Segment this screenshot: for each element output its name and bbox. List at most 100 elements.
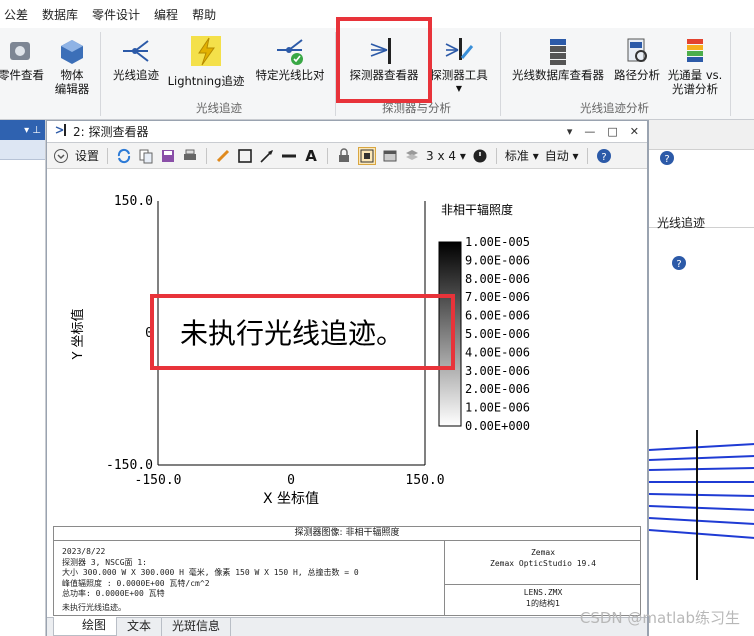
colorbar-tick-label: 6.00E-006	[465, 309, 530, 323]
auto-value: 自动	[544, 149, 569, 163]
detector-tools-label: 探测器工具	[430, 68, 488, 82]
standard-dropdown[interactable]: 标准 ▾	[505, 147, 539, 164]
y-tick-label: 150.0	[114, 194, 153, 209]
colorbar-tick-label: 3.00E-006	[465, 364, 530, 378]
detector-tools-icon	[441, 34, 477, 68]
pin-icon[interactable]: ▾ ⊥	[24, 125, 41, 136]
info-file: LENS.ZMX	[523, 588, 563, 597]
info-detector: 探测器 3, NSCG面 1:	[62, 557, 147, 567]
info-power: 总功率: 0.0000E+00 瓦特	[62, 589, 165, 598]
toolbar-separator	[107, 147, 109, 164]
lock-icon[interactable]	[336, 147, 352, 165]
text-tool-icon[interactable]: A	[303, 147, 319, 165]
window-layout-icon[interactable]	[382, 147, 398, 165]
group-label-ray-trace: 光线追迹	[196, 101, 242, 115]
window-title-bar: 2: 探测查看器 ▾ — □ ✕	[47, 121, 647, 143]
group-separator	[730, 32, 731, 116]
detector-viewer-window: 2: 探测查看器 ▾ — □ ✕ 设置 A 3 x 4 ▾ 标准 ▾ 自动 ▾	[46, 120, 648, 636]
colorbar-tick-labels: 1.00E-005 9.00E-006 8.00E-006 7.00E-006 6.00…	[465, 235, 530, 433]
line-icon[interactable]	[281, 147, 297, 165]
toolbar-separator	[495, 147, 497, 164]
menu-tolerance[interactable]: 公差	[4, 6, 42, 23]
part-viewer-icon	[3, 34, 39, 68]
ray-compare-icon	[272, 34, 308, 68]
spectrum-icon	[677, 34, 713, 68]
colorbar-tick-label: 5.00E-006	[465, 327, 530, 341]
svg-text:?: ?	[664, 154, 669, 165]
copy-icon[interactable]	[138, 147, 154, 165]
specific-ray-compare-label: 特定光线比对	[255, 68, 325, 82]
info-product: Zemax OpticStudio 19.4	[490, 559, 596, 568]
info-status: 未执行光线追迹。	[62, 602, 126, 612]
colorbar-tick-label: 2.00E-006	[465, 382, 530, 396]
group-separator	[100, 32, 101, 116]
tab-spot-info[interactable]: 光斑信息	[162, 618, 232, 636]
layout-value: 3 x 4	[426, 148, 457, 163]
info-company: Zemax	[530, 548, 556, 557]
help-icon[interactable]: ?	[659, 150, 675, 169]
menu-database[interactable]: 数据库	[42, 6, 92, 23]
flux-vs-spectrum-label-2: 光谱分析	[672, 82, 718, 96]
clock-icon[interactable]	[472, 147, 488, 165]
lightning-trace-button[interactable]: Lightning追迹	[166, 34, 246, 88]
flux-vs-spectrum-label-1: 光通量 vs.	[667, 68, 723, 82]
x-axis-label: X 坐标值	[263, 491, 319, 507]
message-highlight-box	[150, 294, 455, 370]
pencil-icon[interactable]	[215, 147, 231, 165]
ray-trace-icon	[118, 34, 154, 68]
path-analysis-button[interactable]: 路径分析	[610, 34, 664, 82]
settings-chevron-icon[interactable]	[53, 147, 69, 165]
minimize-icon[interactable]: —	[584, 125, 595, 138]
info-header: 探测器图像: 非相干辐照度	[54, 527, 640, 541]
colorbar-tick-label: 0.00E+000	[465, 419, 530, 433]
colorbar-tick-label: 1.00E-005	[465, 235, 530, 249]
flux-vs-spectrum-button[interactable]: 光通量 vs. 光谱分析	[664, 34, 726, 96]
auto-dropdown[interactable]: 自动 ▾	[545, 147, 579, 164]
info-details: 2023/8/22 探测器 3, NSCG面 1: 大小 300.000 W X…	[62, 547, 442, 613]
lightning-trace-label: Lightning追迹	[167, 74, 245, 88]
window-dropdown-icon[interactable]: ▾	[567, 125, 573, 138]
left-panel: ▾ ⊥	[0, 120, 46, 636]
refresh-icon[interactable]	[116, 147, 132, 165]
path-analysis-label: 路径分析	[614, 68, 660, 82]
maximize-icon[interactable]: □	[607, 125, 617, 138]
ray-trace-preview	[649, 430, 754, 580]
ray-database-viewer-button[interactable]: 光线数据库查看器	[508, 34, 608, 82]
menu-help[interactable]: 帮助	[192, 6, 230, 23]
detector-tools-button[interactable]: 探测器工具 ▼	[428, 34, 490, 96]
arrow-icon[interactable]	[259, 147, 275, 165]
highlight-box	[336, 17, 432, 103]
tab-plot[interactable]: 绘图	[53, 617, 118, 636]
menu-programming[interactable]: 编程	[154, 6, 192, 23]
ray-database-viewer-label: 光线数据库查看器	[512, 68, 604, 82]
left-panel-header: ▾ ⊥	[0, 120, 45, 140]
object-editor-button[interactable]: 物体 编辑器	[50, 34, 94, 96]
ray-database-icon	[540, 34, 576, 68]
background-window-label: 光线追迹	[657, 216, 706, 230]
help-icon[interactable]: ?	[671, 255, 687, 274]
help-icon[interactable]: ?	[596, 147, 612, 165]
close-icon[interactable]: ✕	[630, 125, 639, 138]
ray-trace-button[interactable]: 光线追迹	[106, 34, 166, 82]
fit-window-icon[interactable]	[358, 146, 377, 165]
specific-ray-compare-button[interactable]: 特定光线比对	[250, 34, 330, 82]
settings-button[interactable]: 设置	[75, 147, 99, 164]
watermark: CSDN @matlab练习生	[579, 609, 740, 627]
y-axis-label: Y 坐标值	[70, 308, 86, 360]
info-file-block: LENS.ZMX 1的结构1	[446, 587, 640, 609]
window-title: 2: 探测查看器	[73, 125, 149, 139]
part-viewer-button[interactable]: 零件查看	[0, 34, 46, 82]
print-icon[interactable]	[182, 147, 198, 165]
bottom-tabs: 绘图 文本 光斑信息	[47, 617, 647, 636]
layers-icon[interactable]	[404, 147, 420, 165]
ray-trace-label: 光线追迹	[113, 68, 159, 82]
menu-part-design[interactable]: 零件设计	[92, 6, 154, 23]
part-viewer-label: 零件查看	[0, 68, 44, 82]
layout-dropdown[interactable]: 3 x 4 ▾	[426, 149, 466, 163]
save-icon[interactable]	[160, 147, 176, 165]
toolbar-separator	[586, 147, 588, 164]
tab-text[interactable]: 文本	[117, 618, 163, 636]
toolbar-separator	[206, 147, 208, 164]
toolbar-separator	[327, 147, 329, 164]
rectangle-icon[interactable]	[237, 147, 253, 165]
